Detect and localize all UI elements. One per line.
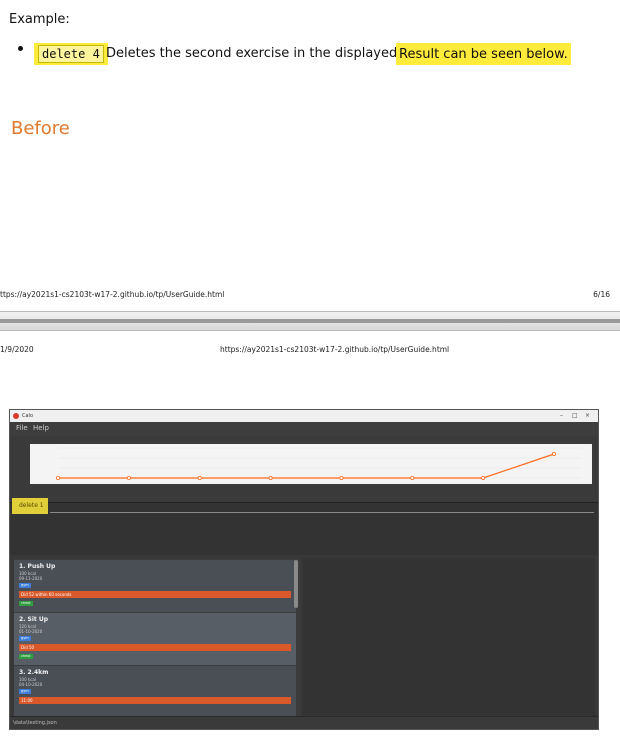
close-button[interactable]: × bbox=[585, 412, 590, 419]
minimize-button[interactable]: – bbox=[560, 412, 563, 419]
exercise-note: Did 52 within 60 seconds bbox=[19, 591, 291, 598]
chart-point bbox=[481, 476, 486, 481]
chart-point bbox=[339, 476, 344, 481]
bullet-point bbox=[18, 46, 23, 51]
result-highlight-text: Result can be seen below. bbox=[396, 43, 571, 65]
exercise-title: 2. Sit Up bbox=[19, 616, 49, 623]
exercise-tag: gym bbox=[19, 636, 31, 641]
exercise-list: 1. Push Up 100 kcal 09-11-2020 gym Did 5… bbox=[14, 558, 300, 716]
page-footer-number: 6/16 bbox=[593, 290, 610, 299]
exercise-note: 11:00 bbox=[19, 697, 291, 704]
chart-point bbox=[268, 476, 273, 481]
list-item[interactable]: 3. 2.4km 100 kcal 04-10-2020 gym 11:00 bbox=[14, 666, 296, 716]
app-window: Calo – □ × File Help delete 1 1. Push Up… bbox=[9, 409, 599, 730]
exercise-tag: gym bbox=[19, 689, 31, 694]
chart-point bbox=[552, 451, 557, 456]
exercise-date: 04-10-2020 bbox=[19, 682, 43, 687]
app-logo-icon bbox=[13, 413, 19, 419]
list-item[interactable]: 1. Push Up 100 kcal 09-11-2020 gym Did 5… bbox=[14, 560, 296, 612]
chart-series-line bbox=[58, 453, 555, 479]
list-scrollbar[interactable] bbox=[294, 560, 298, 608]
example-label: Example: bbox=[9, 12, 70, 27]
chart-point bbox=[126, 476, 131, 481]
calorie-chart bbox=[55, 447, 582, 481]
calorie-chart-plot bbox=[30, 444, 592, 484]
command-box-text[interactable]: delete 1 bbox=[19, 502, 44, 509]
before-heading: Before bbox=[11, 118, 70, 139]
chart-point bbox=[55, 476, 60, 481]
command-input-underline bbox=[50, 512, 594, 513]
app-title: Calo bbox=[22, 413, 34, 419]
exercise-title: 1. Push Up bbox=[19, 563, 56, 570]
menu-bar: File Help bbox=[10, 422, 598, 436]
status-bar: \data\testing.json bbox=[10, 716, 598, 729]
exercise-date: 09-11-2020 bbox=[19, 576, 43, 581]
chart-point bbox=[410, 476, 415, 481]
command-highlight: delete 4 bbox=[34, 43, 108, 65]
command-code: delete 4 bbox=[38, 45, 104, 63]
exercise-date: 01-10-2020 bbox=[19, 629, 43, 634]
maximize-button[interactable]: □ bbox=[572, 412, 578, 419]
title-bar: Calo – □ × bbox=[10, 410, 598, 422]
list-item[interactable]: 2. Sit Up 120 kcal 01-10-2020 gym Did 50… bbox=[14, 613, 296, 665]
page-footer-url: ttps://ay2021s1-cs2103t-w17-2.github.io/… bbox=[0, 290, 225, 299]
menu-file[interactable]: File bbox=[16, 424, 28, 432]
calorie-chart-panel bbox=[10, 436, 598, 502]
detail-panel bbox=[303, 558, 595, 716]
exercise-title: 3. 2.4km bbox=[19, 669, 49, 676]
page-header-date: 1/9/2020 bbox=[0, 345, 34, 354]
exercise-note: Did 50 bbox=[19, 644, 291, 651]
menu-help[interactable]: Help bbox=[33, 424, 49, 432]
result-panel bbox=[10, 502, 598, 555]
exercise-label: chest bbox=[19, 654, 33, 659]
exercise-label: chest bbox=[19, 601, 33, 606]
bullet-description: Deletes the second exercise in the displ… bbox=[106, 46, 425, 61]
chart-point bbox=[197, 476, 202, 481]
status-file-path: \data\testing.json bbox=[13, 720, 57, 726]
page-separator bbox=[0, 311, 620, 331]
page-header-url: https://ay2021s1-cs2103t-w17-2.github.io… bbox=[220, 345, 450, 354]
exercise-tag: gym bbox=[19, 583, 31, 588]
